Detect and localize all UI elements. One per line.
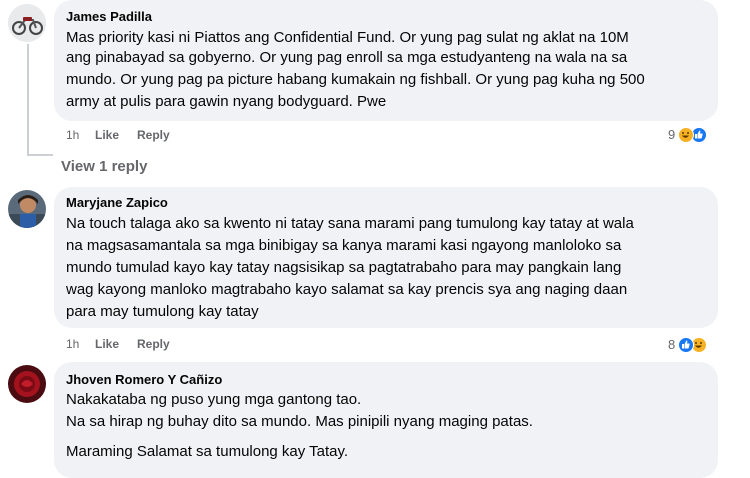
comment-bubble: James Padilla Mas priority kasi ni Piatt… — [54, 0, 718, 121]
comment-text-line: wag kayong manloko magtrabaho kayo salam… — [66, 281, 628, 298]
comment-time[interactable]: 1h — [66, 337, 79, 351]
comment-author[interactable]: Jhoven Romero Y Cañizo — [66, 372, 222, 388]
reply-button[interactable]: Reply — [137, 337, 170, 351]
comment-text-line: army at pulis para gawin nyang bodyguard… — [66, 93, 387, 110]
comment-text-line: Nakakataba ng puso yung mga gantong tao. — [66, 391, 362, 408]
avatar[interactable] — [8, 4, 46, 42]
comment-text-line: mundo. Or yung pag pa picture habang kum… — [66, 71, 645, 88]
reply-button[interactable]: Reply — [137, 128, 170, 142]
comment-bubble: Maryjane Zapico Na touch talaga ako sa k… — [54, 187, 718, 328]
like-button[interactable]: Like — [95, 337, 119, 351]
comment-text-line: Maraming Salamat sa tumulong kay Tatay. — [66, 443, 349, 460]
thread-connector — [27, 44, 29, 154]
comment-author[interactable]: James Padilla — [66, 9, 152, 25]
comment-time[interactable]: 1h — [66, 128, 79, 142]
reaction-count[interactable]: 9 — [668, 127, 675, 143]
reaction-count[interactable]: 8 — [668, 337, 675, 353]
profile-photo-icon — [8, 190, 46, 228]
comment-text-line: ang pinabayad sa gobyerno. Or yung pag e… — [66, 49, 628, 66]
comment-text-line: Mas priority kasi ni Piattos ang Confide… — [66, 29, 629, 46]
view-replies-link[interactable]: View 1 reply — [61, 157, 147, 177]
comment-author[interactable]: Maryjane Zapico — [66, 195, 168, 211]
haha-icon — [678, 127, 694, 143]
rose-avatar-icon — [8, 365, 46, 403]
comment-text-line: mundo tumulad kayo kay tatay nagsisikap … — [66, 259, 622, 276]
comment-text-line: na magsasamantala sa mga binibigay sa ka… — [66, 237, 622, 254]
like-icon — [678, 337, 694, 353]
comment-text-line: Na sa hirap ng buhay dito sa mundo. Mas … — [66, 413, 533, 430]
avatar[interactable] — [8, 365, 46, 403]
comment-text-line: para may tumulong kay tatay — [66, 303, 259, 320]
like-button[interactable]: Like — [95, 128, 119, 142]
comment-bubble: Jhoven Romero Y Cañizo Nakakataba ng pus… — [54, 362, 718, 478]
avatar[interactable] — [8, 190, 46, 228]
thread-connector — [27, 154, 53, 156]
motorcycle-avatar-icon — [8, 4, 46, 42]
comment-text-line: Na touch talaga ako sa kwento ni tatay s… — [66, 215, 634, 232]
